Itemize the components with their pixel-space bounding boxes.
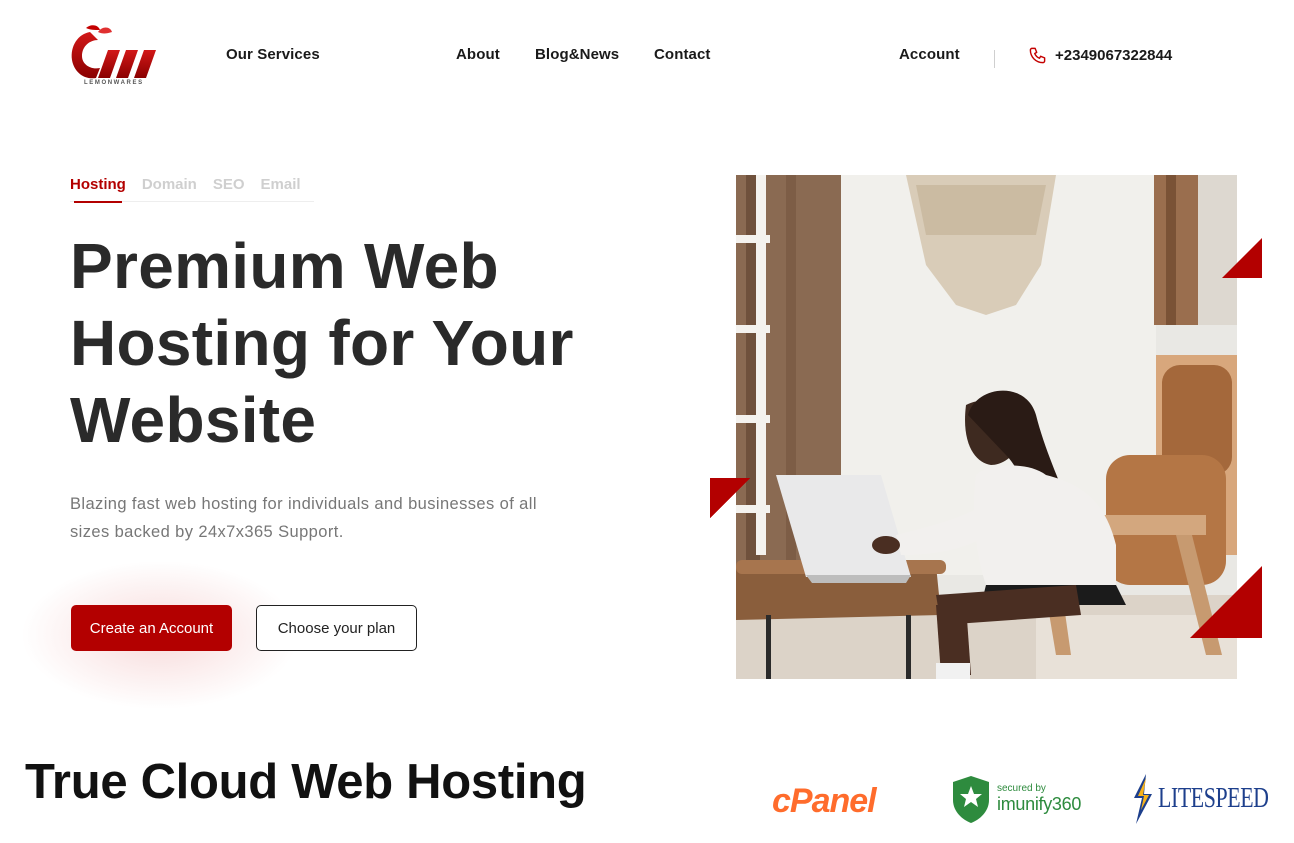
imunify360-logo: secured by imunify360 [951,774,1081,824]
litespeed-logo: LITESPEED [1132,774,1294,824]
nav-contact[interactable]: Contact [654,46,711,63]
tab-email[interactable]: Email [261,176,301,193]
service-tabs: Hosting Domain SEO Email [70,176,317,193]
hero-subtitle: Blazing fast web hosting for individuals… [70,495,537,541]
cpanel-logo: cPanel [772,782,877,820]
nav-divider [994,50,995,68]
shield-icon [953,776,989,823]
nav-blog-news[interactable]: Blog&News [535,46,619,63]
section-title: True Cloud Web Hosting [25,755,587,809]
phone-number: +2349067322844 [1055,47,1173,64]
hero-photo [736,175,1237,679]
hero-title: Premium Web Hosting for Your Website [70,230,574,456]
logo-wordmark: LEMONWARES [84,80,144,86]
tab-hosting[interactable]: Hosting [70,176,126,193]
imunify-name: imunify360 [997,794,1082,814]
imunify-secured-by: secured by [997,783,1046,794]
phone-icon [1029,47,1046,64]
woman-laptop-illustration [736,175,1237,679]
active-tab-indicator [74,201,122,203]
tab-seo[interactable]: SEO [213,176,245,193]
decor-triangle-bottom [1190,566,1262,638]
nav-our-services[interactable]: Our Services [226,46,320,63]
litespeed-wordmark: LITESPEED [1158,783,1269,814]
phone-link[interactable]: +2349067322844 [1028,46,1172,65]
create-account-button[interactable]: Create an Account [71,605,232,651]
tab-domain[interactable]: Domain [142,176,197,193]
nav-account[interactable]: Account [899,46,960,63]
lightning-icon [1134,774,1152,824]
decor-triangle-top [1222,238,1262,278]
choose-plan-button[interactable]: Choose your plan [256,605,417,651]
nav-about[interactable]: About [456,46,500,63]
decor-triangle-left [710,478,750,518]
